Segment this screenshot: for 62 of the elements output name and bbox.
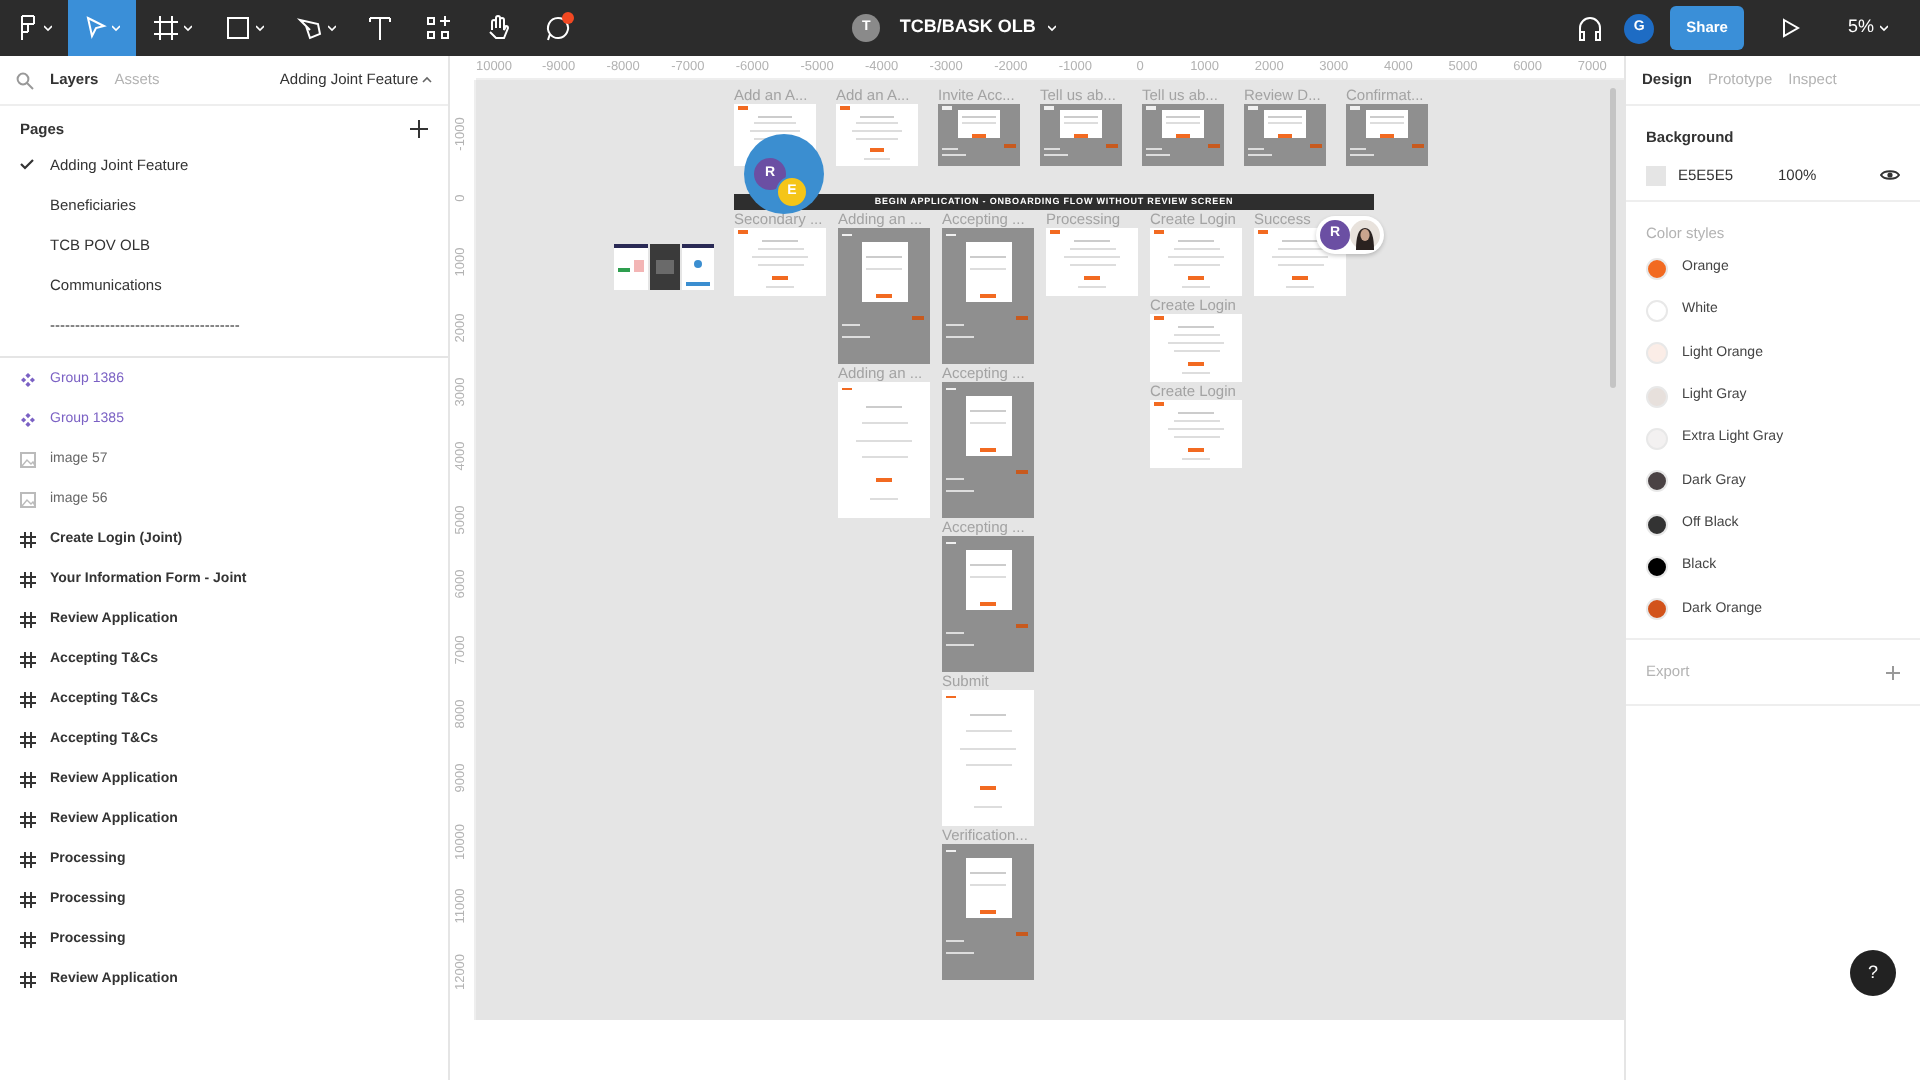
frame-thumbnail[interactable] <box>1142 104 1224 166</box>
caret-icon <box>44 24 52 32</box>
frame-icon <box>20 812 36 829</box>
image-icon <box>20 452 36 469</box>
group-icon <box>20 372 36 389</box>
cursor-icon <box>84 14 108 42</box>
frame-thumbnail[interactable] <box>1150 228 1242 296</box>
image-icon <box>20 492 36 509</box>
caret-icon <box>112 24 120 32</box>
frame-thumbnail[interactable] <box>942 844 1034 980</box>
frame-icon <box>20 892 36 909</box>
frame-thumbnail[interactable] <box>838 228 930 364</box>
frame-thumbnail[interactable] <box>1040 104 1122 166</box>
components-icon <box>424 14 452 42</box>
rectangle-icon <box>224 14 252 42</box>
frame-thumbnail[interactable] <box>836 104 918 166</box>
file-title-button[interactable]: TCB/BASK OLB <box>887 12 1068 44</box>
play-icon[interactable] <box>1779 18 1800 38</box>
text-icon <box>368 14 392 42</box>
visibility-icon[interactable] <box>1880 168 1900 183</box>
frame-thumbnail[interactable] <box>1150 400 1242 468</box>
frame-icon <box>20 692 36 709</box>
caret-icon <box>184 24 192 32</box>
frame-icon <box>20 732 36 749</box>
caret-icon <box>422 76 432 84</box>
caret-icon <box>1880 24 1888 32</box>
frame-icon <box>20 572 36 589</box>
frame-icon <box>20 972 36 989</box>
avatar <box>1350 220 1380 250</box>
scrollbar[interactable] <box>1610 88 1616 388</box>
frame-tool-icon <box>152 14 180 42</box>
frame-thumbnail[interactable] <box>734 228 826 296</box>
caret-icon <box>328 24 336 32</box>
frame-thumbnail[interactable] <box>942 690 1034 826</box>
frame-icon <box>20 772 36 789</box>
headphones-icon[interactable] <box>1576 14 1605 42</box>
search-icon <box>16 71 34 89</box>
frame-thumbnail[interactable] <box>942 382 1034 518</box>
frame-thumbnail[interactable] <box>1046 228 1138 296</box>
frame-thumbnail[interactable] <box>942 228 1034 364</box>
color-swatch[interactable] <box>1646 165 1666 186</box>
help-button[interactable]: ? <box>1850 950 1896 996</box>
frame-thumbnail[interactable] <box>838 382 930 518</box>
frame-thumbnail[interactable] <box>1150 314 1242 382</box>
frame-icon <box>20 852 36 869</box>
pen-icon <box>296 14 324 42</box>
frame-thumbnail[interactable] <box>942 536 1034 672</box>
group-icon <box>20 412 36 429</box>
frame-thumbnail[interactable] <box>1244 104 1326 166</box>
frame-icon <box>20 932 36 949</box>
caret-icon <box>256 24 264 32</box>
frame-icon <box>20 612 36 629</box>
comment-icon <box>544 14 572 42</box>
figma-logo-icon <box>16 14 40 42</box>
frame-icon <box>20 532 36 549</box>
add-icon[interactable] <box>410 120 428 139</box>
frame-thumbnail[interactable] <box>1346 104 1428 166</box>
frame-icon <box>20 652 36 669</box>
zoom-dropdown[interactable]: 5% <box>1835 12 1900 44</box>
frame-thumbnail[interactable] <box>938 104 1020 166</box>
hand-icon <box>484 14 512 42</box>
caret-icon <box>1047 24 1056 32</box>
